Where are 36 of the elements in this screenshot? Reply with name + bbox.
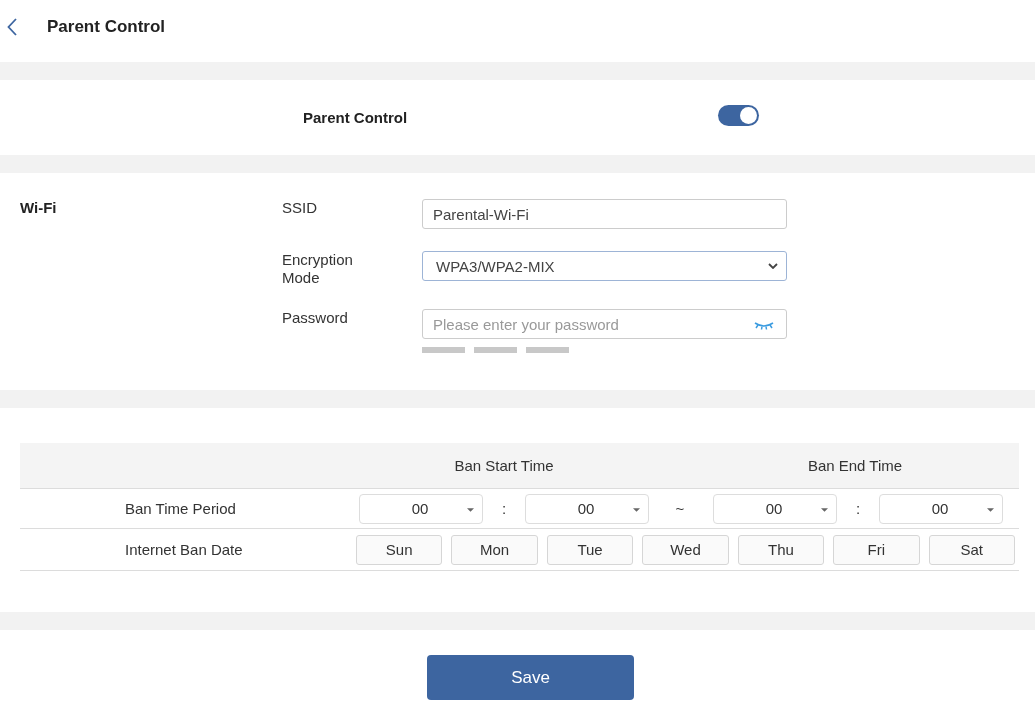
ssid-input[interactable]: Parental-Wi-Fi xyxy=(422,199,787,229)
range-separator: ~ xyxy=(675,500,685,517)
save-button[interactable]: Save xyxy=(427,655,634,700)
day-button[interactable]: Sun xyxy=(356,534,443,565)
column-header: Ban End Time xyxy=(806,457,904,474)
field-label: SSID xyxy=(282,199,318,217)
day-button[interactable]: Sat xyxy=(928,534,1015,565)
time-separator: : xyxy=(855,500,861,517)
toggle-switch[interactable] xyxy=(718,105,759,126)
parent-control-label: Parent Control xyxy=(303,109,408,126)
day-button[interactable]: Tue xyxy=(546,534,634,565)
password-input[interactable]: Please enter your password xyxy=(422,309,787,339)
page-title: Parent Control xyxy=(47,17,166,37)
day-button[interactable]: Wed xyxy=(642,534,729,565)
caret-icon xyxy=(633,507,640,512)
section-title: Wi-Fi xyxy=(20,199,57,216)
time-select[interactable]: 00 xyxy=(359,493,483,524)
time-select[interactable]: 00 xyxy=(879,493,1003,524)
time-select[interactable]: 00 xyxy=(525,493,649,524)
column-header: Ban Start Time xyxy=(454,457,554,474)
day-button[interactable]: Thu xyxy=(737,534,825,565)
day-button[interactable]: Fri xyxy=(833,534,920,565)
time-separator: : xyxy=(501,500,507,517)
caret-icon xyxy=(821,507,828,512)
caret-icon xyxy=(467,507,474,512)
caret-icon xyxy=(987,507,994,512)
row-label: Ban Time Period xyxy=(125,500,236,517)
day-button[interactable]: Mon xyxy=(451,534,538,565)
row-label: Internet Ban Date xyxy=(125,541,243,558)
time-select[interactable]: 00 xyxy=(713,493,837,524)
chevron-down-icon xyxy=(768,263,778,269)
encryption-select[interactable]: WPA3/WPA2-MIX xyxy=(422,251,787,281)
field-label: Password xyxy=(282,309,349,327)
back-icon[interactable] xyxy=(7,18,17,36)
field-label: Encryption Mode xyxy=(282,251,354,287)
closed-eye-icon[interactable] xyxy=(754,321,774,330)
